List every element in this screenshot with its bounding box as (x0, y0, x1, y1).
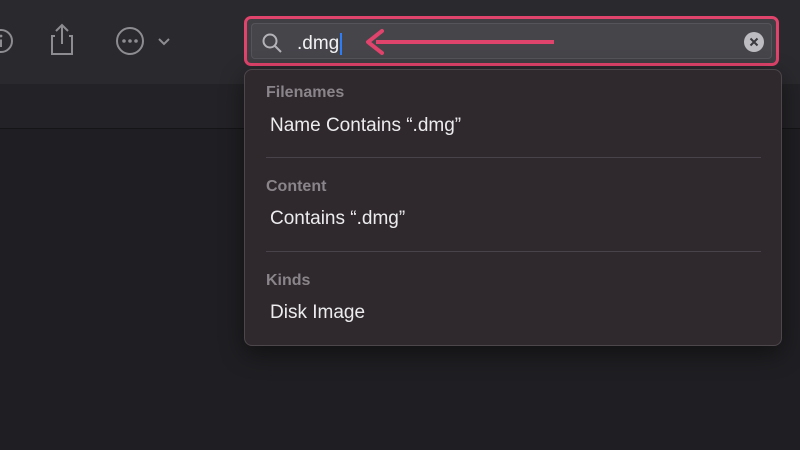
suggestion-disk-image[interactable]: Disk Image (270, 302, 365, 324)
section-header-kinds: Kinds (266, 272, 311, 289)
search-value: .dmg (297, 33, 340, 54)
search-suggestions-menu: Filenames Name Contains “.dmg” Content C… (244, 69, 782, 346)
annotation-arrow (366, 29, 554, 55)
search-input[interactable]: .dmg (297, 33, 343, 55)
share-icon (51, 23, 73, 55)
info-icon (0, 29, 13, 53)
clear-icon (749, 37, 759, 47)
more-actions-button[interactable] (112, 24, 174, 58)
search-icon (262, 33, 282, 53)
section-header-filenames: Filenames (266, 84, 345, 101)
menu-divider (266, 251, 761, 252)
suggestion-name-contains[interactable]: Name Contains “.dmg” (270, 115, 461, 137)
more-icon (116, 27, 144, 55)
info-button[interactable] (0, 26, 16, 56)
share-button[interactable] (44, 22, 80, 58)
section-header-content: Content (266, 178, 327, 195)
menu-divider (266, 157, 761, 158)
chevron-down-icon (158, 38, 170, 46)
text-caret (340, 33, 343, 55)
suggestion-content-contains[interactable]: Contains “.dmg” (270, 208, 405, 230)
finder-window: .dmg Filenames Name Contains “.dmg” Cont… (0, 0, 800, 450)
clear-search-button[interactable] (744, 32, 764, 52)
